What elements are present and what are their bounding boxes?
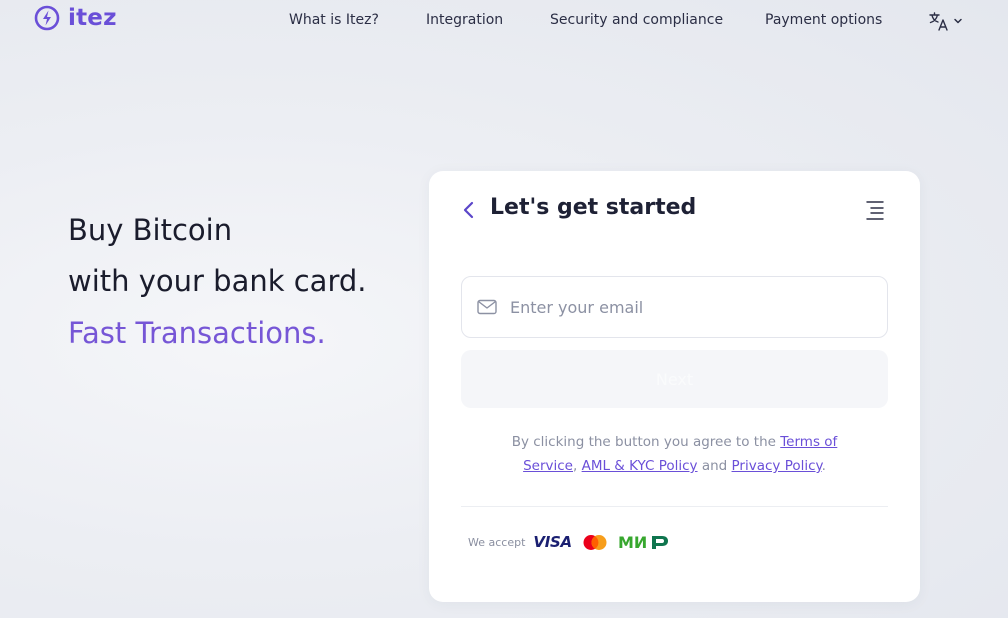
nav-link-security-compliance[interactable]: Security and compliance: [550, 12, 723, 28]
accept-label: We accept: [468, 535, 526, 549]
mir-logo: МИ: [618, 533, 668, 551]
next-button[interactable]: Next: [461, 350, 888, 408]
hero-heading: Buy Bitcoin with your bank card. Fast Tr…: [68, 205, 367, 360]
itez-logo[interactable]: itez: [34, 5, 117, 31]
hero-accent-line: Fast Transactions.: [68, 316, 326, 350]
accepted-payments: We accept VISA МИ: [468, 533, 670, 551]
mastercard-logo: [583, 534, 607, 550]
back-chevron-icon[interactable]: [459, 199, 479, 221]
terms-prefix: By clicking the button you agree to the: [511, 434, 781, 450]
language-selector[interactable]: [928, 10, 963, 32]
aml-kyc-policy-link[interactable]: AML & KYC Policy: [582, 458, 698, 474]
lightning-bolt-icon: [34, 5, 60, 31]
menu-icon[interactable]: [865, 200, 885, 220]
brand-name: itez: [68, 5, 117, 31]
svg-text:МИ: МИ: [618, 533, 647, 551]
privacy-policy-link[interactable]: Privacy Policy: [732, 458, 822, 474]
visa-logo: VISA: [533, 533, 572, 551]
terms-and: and: [697, 458, 732, 474]
hero-line-2: with your bank card.: [68, 264, 367, 298]
chevron-down-icon: [954, 18, 962, 24]
terms-notice: By clicking the button you agree to the …: [491, 430, 858, 478]
form-title: Let's get started: [490, 195, 697, 220]
translate-icon: [929, 12, 948, 31]
terms-suffix: .: [821, 458, 826, 474]
divider: [461, 506, 888, 507]
signup-card: Let's get started Next By clicking the b…: [429, 171, 920, 602]
nav-link-payment-options[interactable]: Payment options: [765, 12, 882, 28]
terms-separator: ,: [573, 458, 582, 474]
nav-link-integration[interactable]: Integration: [426, 12, 503, 28]
nav-link-what-is-itez[interactable]: What is Itez?: [289, 12, 379, 28]
email-field[interactable]: [461, 276, 888, 338]
hero-line-1: Buy Bitcoin: [68, 213, 233, 247]
email-input[interactable]: [510, 297, 870, 317]
envelope-icon: [477, 299, 497, 315]
